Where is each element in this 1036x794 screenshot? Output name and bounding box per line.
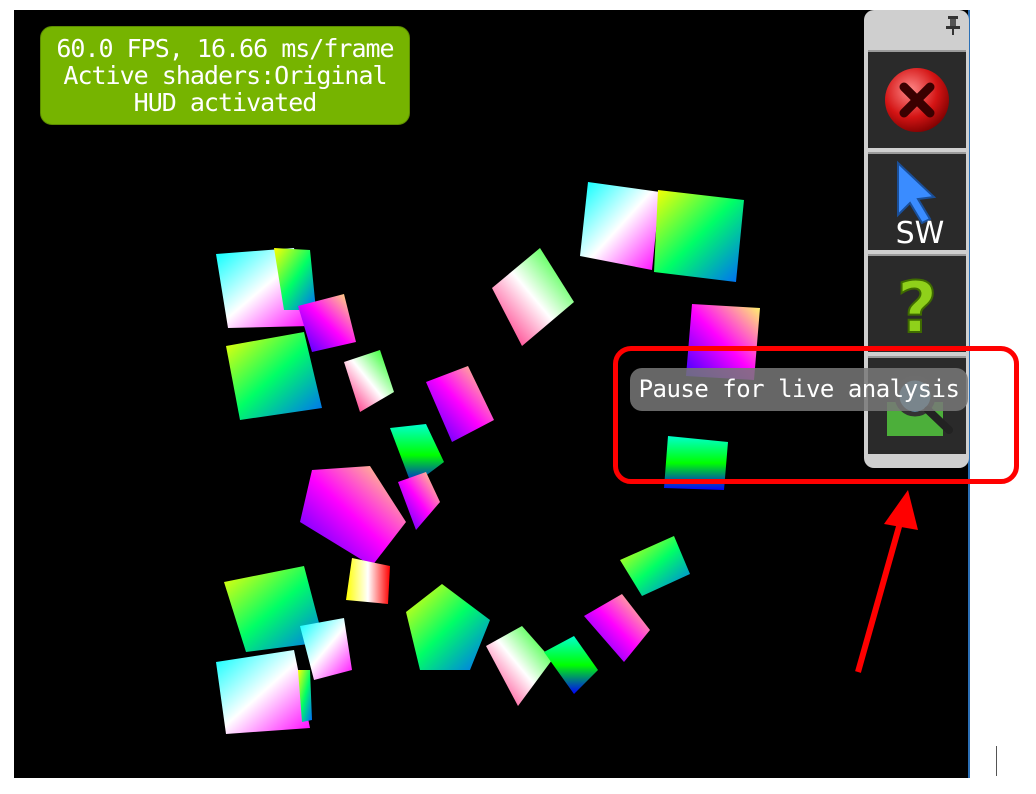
question-mark-icon: ? [896,266,939,344]
help-label: ? [897,267,938,344]
hud-status-text: HUD activated [133,88,318,117]
close-button[interactable] [868,50,966,148]
scrollbar-tick [996,746,997,776]
annotation-highlight-box [613,346,1019,484]
hud-shaders-text: Active shaders:Original [63,61,387,90]
hud-overlay: 60.0 FPS, 16.66 ms/frame Active shaders:… [40,26,410,125]
hud-fps-text: 60.0 FPS, 16.66 ms/frame [56,34,394,63]
red-x-icon [885,68,949,132]
help-button[interactable]: ? [868,254,966,352]
pin-icon[interactable] [942,14,964,36]
switch-button[interactable]: SW [868,152,966,250]
cursor-arrow-icon: SW [896,160,945,247]
switch-label: SW [896,216,945,247]
